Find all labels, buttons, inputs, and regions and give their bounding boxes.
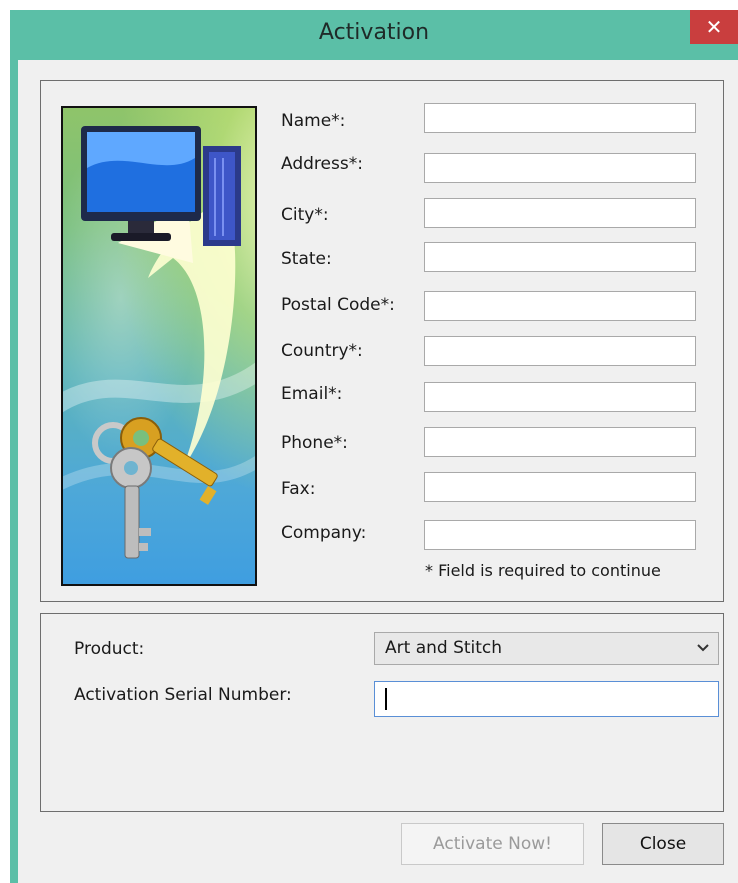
window-title: Activation (318, 20, 430, 45)
phone-input[interactable] (424, 427, 696, 457)
title-bar[interactable]: Activation (10, 10, 738, 60)
state-label: State: (281, 249, 332, 269)
computer-with-keys-illustration (61, 106, 257, 586)
city-input[interactable] (424, 198, 696, 228)
serial-number-input[interactable] (374, 681, 719, 717)
address-label: Address*: (281, 154, 363, 174)
serial-number-label: Activation Serial Number: (74, 685, 292, 705)
text-caret (385, 688, 387, 710)
product-select[interactable]: Art and Stitch (374, 632, 719, 665)
company-label: Company: (281, 523, 367, 543)
chevron-down-icon (696, 633, 710, 676)
postal-code-input[interactable] (424, 291, 696, 321)
required-field-note: * Field is required to continue (425, 561, 661, 580)
product-label: Product: (74, 639, 145, 659)
email-label: Email*: (281, 384, 343, 404)
activation-group: Product: Art and Stitch Activation Seria… (40, 613, 724, 812)
activate-now-button[interactable]: Activate Now! (401, 823, 584, 865)
phone-label: Phone*: (281, 433, 348, 453)
registration-group: Name*: Address*: City*: State: Postal Co… (40, 80, 724, 602)
address-input[interactable] (424, 153, 696, 183)
fax-label: Fax: (281, 479, 316, 499)
country-label: Country*: (281, 341, 363, 361)
state-input[interactable] (424, 242, 696, 272)
close-button[interactable]: Close (602, 823, 724, 865)
product-selected-value: Art and Stitch (385, 638, 503, 658)
activation-window: Activation ✕ Name*: Address*: City*: Sta… (10, 10, 738, 883)
name-input[interactable] (424, 103, 696, 133)
name-label: Name*: (281, 111, 346, 131)
company-input[interactable] (424, 520, 696, 550)
city-label: City*: (281, 205, 329, 225)
country-input[interactable] (424, 336, 696, 366)
close-icon: ✕ (705, 15, 723, 39)
fax-input[interactable] (424, 472, 696, 502)
postal-code-label: Postal Code*: (281, 295, 395, 315)
email-input[interactable] (424, 382, 696, 412)
window-close-button[interactable]: ✕ (690, 10, 738, 44)
dialog-body: Name*: Address*: City*: State: Postal Co… (18, 60, 738, 883)
